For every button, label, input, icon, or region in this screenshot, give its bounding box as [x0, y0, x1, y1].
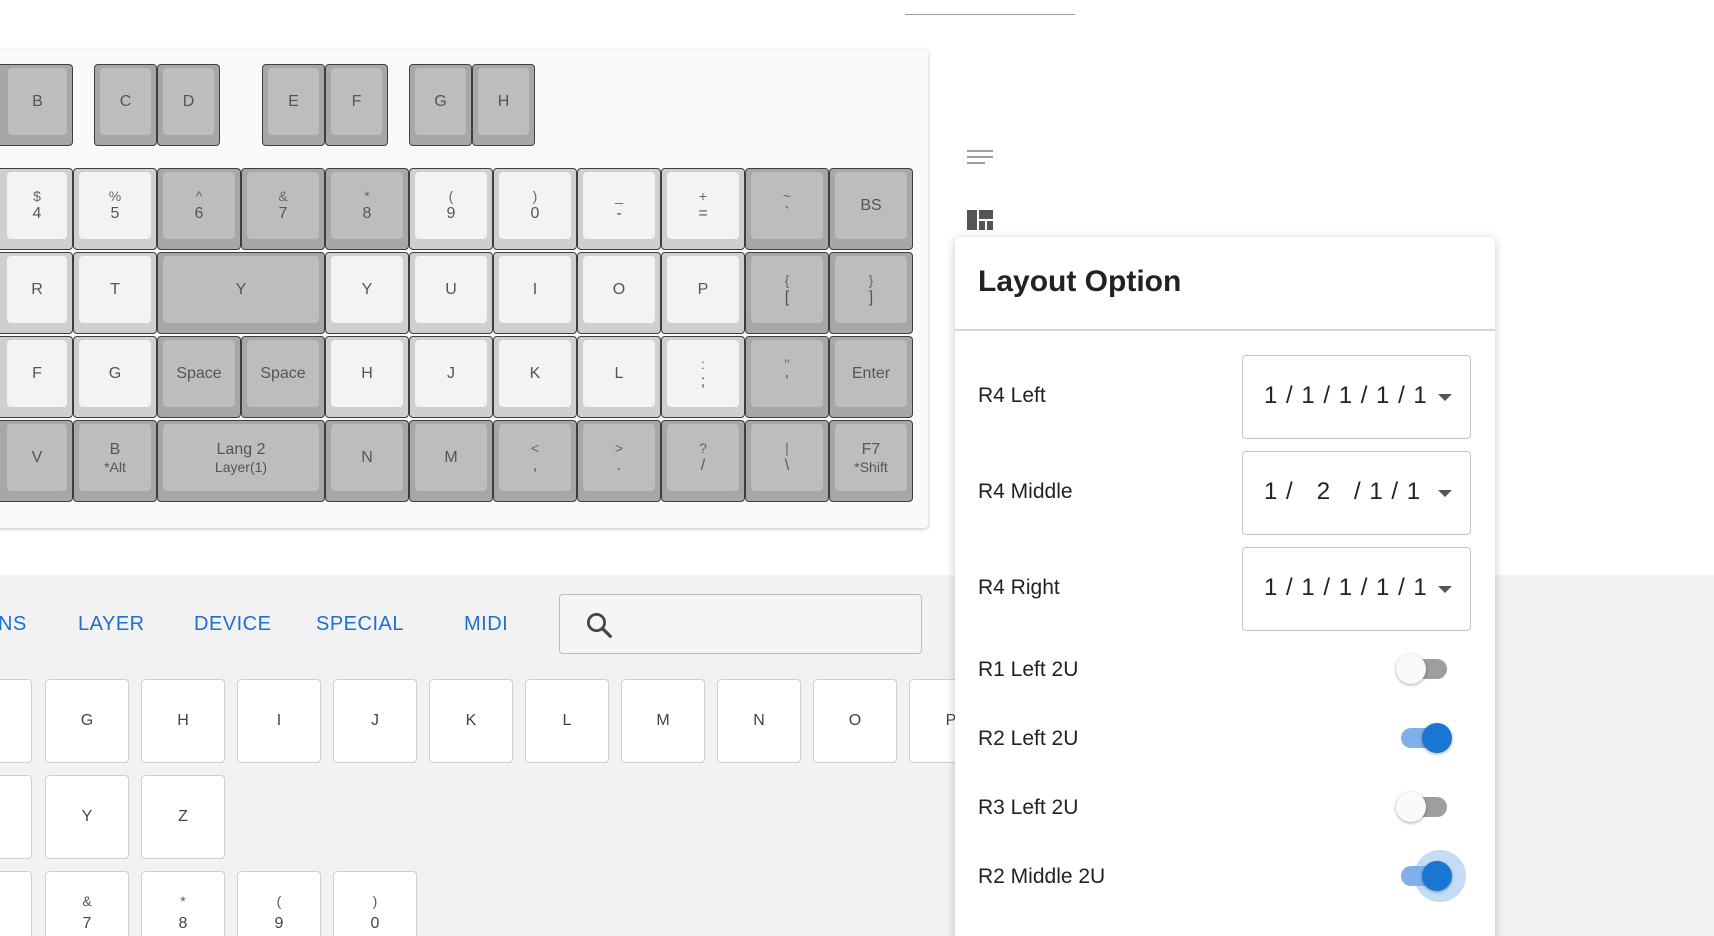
option-label-r2-middle-2u: R2 Middle 2U	[978, 865, 1106, 888]
key-slash[interactable]: ? /	[661, 420, 745, 502]
keycode-h[interactable]: H	[141, 679, 225, 763]
key-o[interactable]: O	[577, 252, 661, 334]
key-semicolon[interactable]: :;	[661, 336, 745, 418]
option-label-r2-left-2u: R2 Left 2U	[978, 727, 1079, 750]
layout-key-c[interactable]: C	[94, 64, 157, 146]
key-right-bracket[interactable]: }]	[829, 252, 913, 334]
divider	[955, 329, 1495, 331]
tab-underline	[905, 14, 1075, 15]
option-label-r4-left: R4 Left	[978, 384, 1046, 407]
layout-key-b[interactable]: B	[0, 64, 73, 146]
key-lang2-layer[interactable]: Lang 2 Layer(1)	[157, 420, 325, 502]
key-p[interactable]: P	[661, 252, 745, 334]
keycode-j[interactable]: J	[333, 679, 417, 763]
r4-middle-select[interactable]: 1 / 2 / 1 / 1	[1242, 451, 1471, 535]
card-title: Layout Option	[978, 265, 1182, 298]
key-space-right[interactable]: Space	[241, 336, 325, 418]
key-v[interactable]: V	[0, 420, 73, 502]
key-left-bracket[interactable]: {[	[745, 252, 829, 334]
key-m[interactable]: M	[409, 420, 493, 502]
key-space-left[interactable]: Space	[157, 336, 241, 418]
r2-middle-2u-toggle[interactable]	[1396, 850, 1466, 902]
r4-left-select[interactable]: 1 / 1 / 1 / 1 / 1	[1242, 355, 1471, 439]
key-t[interactable]: T	[73, 252, 157, 334]
option-label-r4-right: R4 Right	[978, 576, 1060, 599]
key-5[interactable]: % 5	[73, 168, 157, 250]
keycode-o[interactable]: O	[813, 679, 897, 763]
layout-option-card: Layout Option R4 Left 1 / 1 / 1 / 1 / 1 …	[955, 237, 1495, 936]
key-g[interactable]: G	[73, 336, 157, 418]
keycode-partial[interactable]	[0, 871, 32, 936]
search-icon	[587, 613, 612, 638]
r1-left-2u-toggle[interactable]	[1396, 647, 1456, 691]
option-label-r1-left-2u: R1 Left 2U	[978, 658, 1079, 681]
dropdown-arrow-icon	[1438, 586, 1452, 593]
key-k[interactable]: K	[493, 336, 577, 418]
menu-lines-icon[interactable]	[965, 147, 995, 169]
layout-grid-icon[interactable]	[965, 207, 995, 233]
key-4[interactable]: $4	[0, 168, 73, 250]
keycode-8[interactable]: * 8	[141, 871, 225, 936]
key-comma[interactable]: <,	[493, 420, 577, 502]
tab-device[interactable]: DEVICE	[194, 613, 271, 636]
dropdown-arrow-icon	[1438, 394, 1452, 401]
dropdown-arrow-icon	[1438, 490, 1452, 497]
key-u[interactable]: U	[409, 252, 493, 334]
key-7[interactable]: & 7	[241, 168, 325, 250]
keycode-k[interactable]: K	[429, 679, 513, 763]
keycode-0[interactable]: ) 0	[333, 871, 417, 936]
r2-left-2u-toggle[interactable]	[1396, 716, 1456, 760]
tab-midi[interactable]: MIDI	[464, 613, 508, 636]
keycode-i[interactable]: I	[237, 679, 321, 763]
tab-special[interactable]: SPECIAL	[316, 613, 404, 636]
option-label-r4-middle: R4 Middle	[978, 480, 1073, 503]
key-9[interactable]: (9	[409, 168, 493, 250]
key-b-alt[interactable]: B *Alt	[73, 420, 157, 502]
keycode-7[interactable]: & 7	[45, 871, 129, 936]
key-enter[interactable]: Enter	[829, 336, 913, 418]
layout-key-e[interactable]: E	[262, 64, 325, 146]
keycode-m[interactable]: M	[621, 679, 705, 763]
search-input[interactable]	[559, 594, 922, 654]
keycode-z[interactable]: Z	[141, 775, 225, 859]
key-period[interactable]: >.	[577, 420, 661, 502]
key-backslash[interactable]: | \	[745, 420, 829, 502]
key-0[interactable]: ) 0	[493, 168, 577, 250]
key-y[interactable]: Y	[325, 252, 409, 334]
key-f[interactable]: F	[0, 336, 73, 418]
key-y-wide[interactable]: Y	[157, 252, 325, 334]
layout-key-d[interactable]: D	[157, 64, 220, 146]
keycode-n[interactable]: N	[717, 679, 801, 763]
key-8[interactable]: * 8	[325, 168, 409, 250]
key-quote[interactable]: " '	[745, 336, 829, 418]
keycode-partial[interactable]	[0, 679, 32, 763]
key-l[interactable]: L	[577, 336, 661, 418]
key-f7-shift[interactable]: F7 *Shift	[829, 420, 913, 502]
key-equal[interactable]: + =	[661, 168, 745, 250]
key-h[interactable]: H	[325, 336, 409, 418]
key-backspace[interactable]: BS	[829, 168, 913, 250]
keycode-y[interactable]: Y	[45, 775, 129, 859]
layout-key-g[interactable]: G	[409, 64, 472, 146]
key-6[interactable]: ^ 6	[157, 168, 241, 250]
option-label-r3-left-2u: R3 Left 2U	[978, 796, 1079, 819]
tab-layer[interactable]: LAYER	[78, 613, 145, 636]
tab-ns[interactable]: NS	[0, 613, 27, 636]
key-n[interactable]: N	[325, 420, 409, 502]
key-j[interactable]: J	[409, 336, 493, 418]
key-grave[interactable]: ~ `	[745, 168, 829, 250]
key-r[interactable]: R	[0, 252, 73, 334]
layout-key-f[interactable]: F	[325, 64, 388, 146]
keycode-partial[interactable]	[0, 775, 32, 859]
key-i[interactable]: I	[493, 252, 577, 334]
r4-right-select[interactable]: 1 / 1 / 1 / 1 / 1	[1242, 547, 1471, 631]
key-minus[interactable]: _ -	[577, 168, 661, 250]
keycode-l[interactable]: L	[525, 679, 609, 763]
keycode-g[interactable]: G	[45, 679, 129, 763]
keycode-9[interactable]: (9	[237, 871, 321, 936]
r3-left-2u-toggle[interactable]	[1396, 785, 1456, 829]
layout-key-h[interactable]: H	[472, 64, 535, 146]
